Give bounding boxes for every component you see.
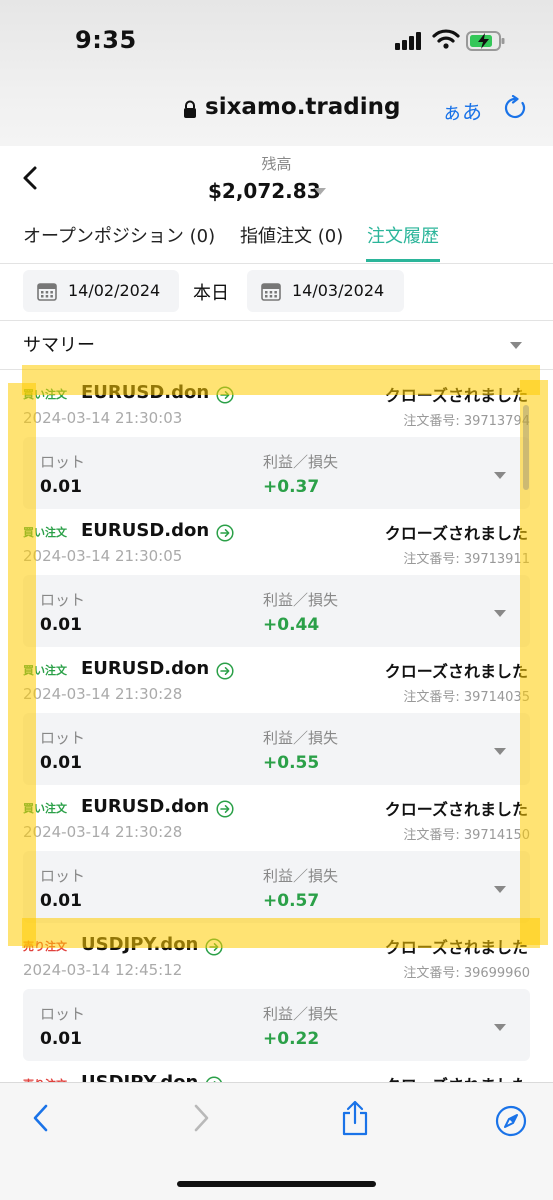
share-icon[interactable] — [340, 1099, 370, 1137]
date-from-picker[interactable]: 14/02/2024 — [23, 270, 179, 312]
date-from-value: 14/02/2024 — [68, 281, 161, 300]
order-details-toggle[interactable]: ロット 0.01 利益／損失 +0.57 — [23, 851, 530, 923]
lot-label: ロット — [40, 453, 86, 471]
calendar-icon — [37, 283, 57, 301]
profit-loss-label: 利益／損失 — [263, 1005, 339, 1023]
order-symbol: EURUSD.don — [81, 520, 210, 541]
order-number: 注文番号: 39714150 — [403, 828, 530, 843]
chevron-down-icon[interactable] — [494, 748, 506, 755]
order-number: 注文番号: 39714035 — [403, 690, 530, 705]
chevron-right-icon[interactable] — [190, 1103, 212, 1133]
order-status: クローズされました — [384, 800, 528, 819]
order-details-toggle[interactable]: ロット 0.01 利益／損失 +0.44 — [23, 575, 530, 647]
order-item: 買い注文 EURUSD.don クローズされました 2024-03-14 21:… — [0, 508, 553, 647]
profit-loss-value: +0.22 — [263, 1029, 320, 1049]
tab-open-positions[interactable]: オープンポジション (0) — [23, 222, 215, 248]
lot-value: 0.01 — [40, 477, 82, 497]
arrow-right-circle-icon[interactable] — [216, 800, 234, 818]
order-history-list[interactable]: 買い注文 EURUSD.don クローズされました 2024-03-14 21:… — [0, 370, 553, 1082]
lot-label: ロット — [40, 1005, 86, 1023]
profit-loss-label: 利益／損失 — [263, 729, 339, 747]
calendar-icon — [261, 283, 281, 301]
chevron-left-icon[interactable] — [30, 1103, 52, 1133]
wifi-icon — [432, 29, 460, 49]
date-to-picker[interactable]: 14/03/2024 — [247, 270, 404, 312]
browser-chrome: 9:35 sixamo.trading ぁあ — [0, 0, 553, 146]
order-datetime: 2024-03-14 21:30:03 — [23, 409, 183, 427]
url-text[interactable]: sixamo.trading — [205, 94, 400, 120]
order-status: クローズされました — [384, 524, 528, 543]
order-datetime: 2024-03-14 21:30:28 — [23, 685, 183, 703]
lot-label: ロット — [40, 591, 86, 609]
balance-label: 残高 — [261, 155, 292, 173]
chevron-down-icon[interactable] — [494, 886, 506, 893]
order-details-toggle[interactable]: ロット 0.01 利益／損失 +0.37 — [23, 437, 530, 509]
order-status: クローズされました — [385, 1072, 528, 1082]
home-indicator — [177, 1181, 376, 1187]
order-details-toggle[interactable]: ロット 0.01 利益／損失 +0.55 — [23, 713, 530, 785]
order-number: 注文番号: 39713794 — [403, 414, 530, 429]
order-details-toggle[interactable]: ロット 0.01 利益／損失 +0.22 — [23, 989, 530, 1061]
text-size-button[interactable]: ぁあ — [442, 96, 482, 125]
lot-value: 0.01 — [40, 615, 82, 635]
arrow-right-circle-icon[interactable] — [216, 662, 234, 680]
highlight-marker — [22, 918, 540, 948]
profit-loss-label: 利益／損失 — [263, 453, 339, 471]
chevron-down-icon[interactable] — [494, 1024, 506, 1031]
profit-loss-value: +0.55 — [263, 753, 320, 773]
order-symbol: EURUSD.don — [81, 796, 210, 817]
lot-value: 0.01 — [40, 891, 82, 911]
reload-icon[interactable] — [502, 95, 528, 121]
lock-icon — [184, 100, 196, 118]
chevron-down-icon[interactable] — [494, 472, 506, 479]
signal-icon — [395, 32, 423, 50]
order-datetime: 2024-03-14 12:45:12 — [23, 961, 183, 979]
order-item: 買い注文 EURUSD.don クローズされました 2024-03-14 21:… — [0, 784, 553, 923]
tab-order-history[interactable]: 注文履歴 — [367, 222, 439, 248]
chevron-down-icon[interactable] — [510, 342, 522, 349]
lot-label: ロット — [40, 729, 86, 747]
order-datetime: 2024-03-14 21:30:28 — [23, 823, 183, 841]
tab-limit-orders[interactable]: 指値注文 (0) — [240, 222, 343, 248]
lot-value: 0.01 — [40, 1029, 82, 1049]
profit-loss-value: +0.37 — [263, 477, 320, 497]
order-item: 買い注文 EURUSD.don クローズされました 2024-03-14 21:… — [0, 646, 553, 785]
order-number: 注文番号: 39699960 — [403, 966, 530, 981]
date-to-value: 14/03/2024 — [292, 281, 385, 300]
today-button[interactable]: 本日 — [193, 279, 229, 305]
status-time: 9:35 — [75, 26, 137, 54]
profit-loss-label: 利益／損失 — [263, 591, 339, 609]
scrollbar[interactable] — [523, 405, 529, 490]
summary-toggle[interactable]: サマリー — [23, 331, 95, 357]
profit-loss-value: +0.44 — [263, 615, 320, 635]
order-symbol: USDJPY.don — [81, 1072, 198, 1082]
compass-icon[interactable] — [495, 1105, 527, 1137]
battery-icon — [466, 31, 505, 51]
address-bar[interactable]: sixamo.trading ぁあ — [0, 90, 553, 130]
lot-label: ロット — [40, 867, 86, 885]
balance-value[interactable]: $2,072.83 — [208, 179, 321, 203]
order-datetime: 2024-03-14 21:30:05 — [23, 547, 183, 565]
order-symbol: EURUSD.don — [81, 658, 210, 679]
chevron-down-icon[interactable] — [314, 188, 326, 195]
arrow-right-circle-icon[interactable] — [216, 524, 234, 542]
order-number: 注文番号: 39713911 — [403, 552, 530, 567]
chevron-down-icon[interactable] — [494, 610, 506, 617]
order-status: クローズされました — [384, 662, 528, 681]
highlight-marker — [22, 365, 540, 395]
active-tab-indicator — [366, 259, 440, 262]
divider — [0, 263, 553, 264]
lot-value: 0.01 — [40, 753, 82, 773]
order-item: 売り注文 USDJPY.don クローズされました — [0, 1060, 553, 1082]
highlight-marker — [8, 383, 36, 946]
profit-loss-label: 利益／損失 — [263, 867, 339, 885]
tab-bar: オープンポジション (0) 指値注文 (0) 注文履歴 — [0, 222, 553, 264]
profit-loss-value: +0.57 — [263, 891, 320, 911]
divider — [0, 320, 553, 321]
